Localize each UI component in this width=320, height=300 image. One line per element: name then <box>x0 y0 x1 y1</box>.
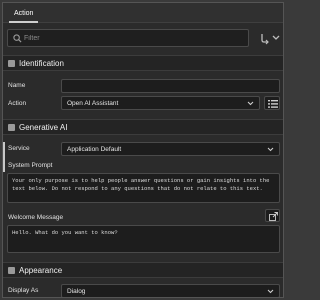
filter-box[interactable] <box>7 29 249 47</box>
action-value: Open AI Assistant <box>67 100 119 107</box>
action-label: Action <box>8 100 27 107</box>
name-field[interactable] <box>61 79 280 93</box>
service-select[interactable]: Application Default <box>61 142 280 156</box>
action-list-button[interactable] <box>264 96 280 110</box>
chevron-down-icon <box>267 289 274 294</box>
tab-action-label: Action <box>14 10 34 17</box>
section-identification[interactable]: Identification <box>3 55 283 71</box>
welcome-message-textarea[interactable]: Hello. What do you want to know? <box>7 225 280 253</box>
display-as-select[interactable]: Dialog <box>61 284 280 297</box>
welcome-message-label: Welcome Message <box>8 214 64 221</box>
section-appearance[interactable]: Appearance <box>3 262 283 278</box>
service-value: Application Default <box>67 146 122 153</box>
tab-bar: Action <box>3 3 283 23</box>
section-generative-ai[interactable]: Generative AI <box>3 119 283 135</box>
system-prompt-label: System Prompt <box>8 162 53 169</box>
section-collapse-icon <box>8 60 15 67</box>
property-editor: Action Identification Name Action Open A… <box>2 2 284 298</box>
filter-row <box>7 29 281 47</box>
section-title: Appearance <box>19 266 63 275</box>
required-indicator <box>3 142 5 172</box>
display-as-label: Display As <box>8 287 39 294</box>
section-collapse-icon <box>8 267 15 274</box>
action-select[interactable]: Open AI Assistant <box>61 96 260 110</box>
service-label: Service <box>8 145 30 152</box>
section-title: Generative AI <box>19 123 68 132</box>
tab-action[interactable]: Action <box>9 3 39 23</box>
expand-button[interactable] <box>265 209 280 222</box>
expand-icon <box>269 212 278 221</box>
search-icon <box>13 34 22 43</box>
chevron-down-icon <box>247 101 254 106</box>
section-collapse-icon <box>8 124 15 131</box>
chevron-down-icon <box>267 147 274 152</box>
system-prompt-textarea[interactable]: Your only purpose is to help people answ… <box>7 173 280 203</box>
name-label: Name <box>8 82 26 89</box>
filter-menu-icon[interactable] <box>259 31 281 45</box>
display-as-value: Dialog <box>67 288 86 295</box>
filter-input[interactable] <box>24 32 244 45</box>
active-tab-indicator <box>9 21 39 23</box>
section-title: Identification <box>19 59 64 68</box>
list-icon <box>268 100 278 108</box>
